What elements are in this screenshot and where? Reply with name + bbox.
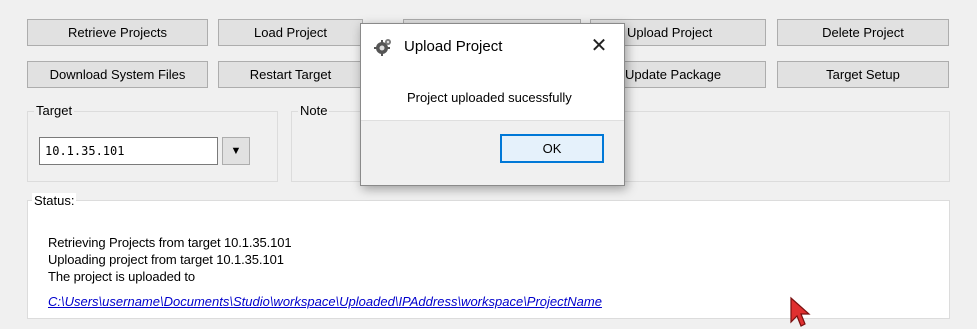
dialog-footer: OK — [361, 120, 624, 185]
retrieve-projects-button[interactable]: Retrieve Projects — [27, 19, 208, 46]
download-system-files-button[interactable]: Download System Files — [27, 61, 208, 88]
target-label: Target — [34, 103, 75, 119]
dialog-title: Upload Project — [404, 38, 503, 55]
target-group: Target 10.1.35.101 ▼ — [27, 103, 278, 182]
target-ip-input[interactable]: 10.1.35.101 — [39, 137, 218, 165]
chevron-down-icon: ▼ — [230, 145, 242, 157]
uploaded-project-path-link[interactable]: C:\Users\username\Documents\Studio\works… — [48, 293, 602, 310]
delete-project-button[interactable]: Delete Project — [777, 19, 949, 46]
status-label: Status: — [32, 193, 77, 209]
load-project-button[interactable]: Load Project — [218, 19, 363, 46]
status-line: Retrieving Projects from target 10.1.35.… — [48, 235, 292, 250]
dialog-title-bar[interactable]: Upload Project ✕ — [361, 24, 624, 68]
target-setup-button[interactable]: Target Setup — [777, 61, 949, 88]
target-dropdown-button[interactable]: ▼ — [222, 137, 250, 165]
mouse-cursor-icon — [790, 296, 811, 327]
status-line: The project is uploaded to — [48, 269, 195, 284]
note-label: Note — [298, 103, 330, 119]
gear-icon — [374, 39, 391, 56]
ok-button[interactable]: OK — [500, 134, 604, 163]
status-line: Uploading project from target 10.1.35.10… — [48, 252, 284, 267]
close-icon[interactable]: ✕ — [586, 33, 612, 59]
dialog-message: Project uploaded sucessfully — [407, 90, 572, 105]
upload-project-dialog: Upload Project ✕ Project uploaded sucess… — [360, 23, 625, 186]
restart-target-button[interactable]: Restart Target — [218, 61, 363, 88]
